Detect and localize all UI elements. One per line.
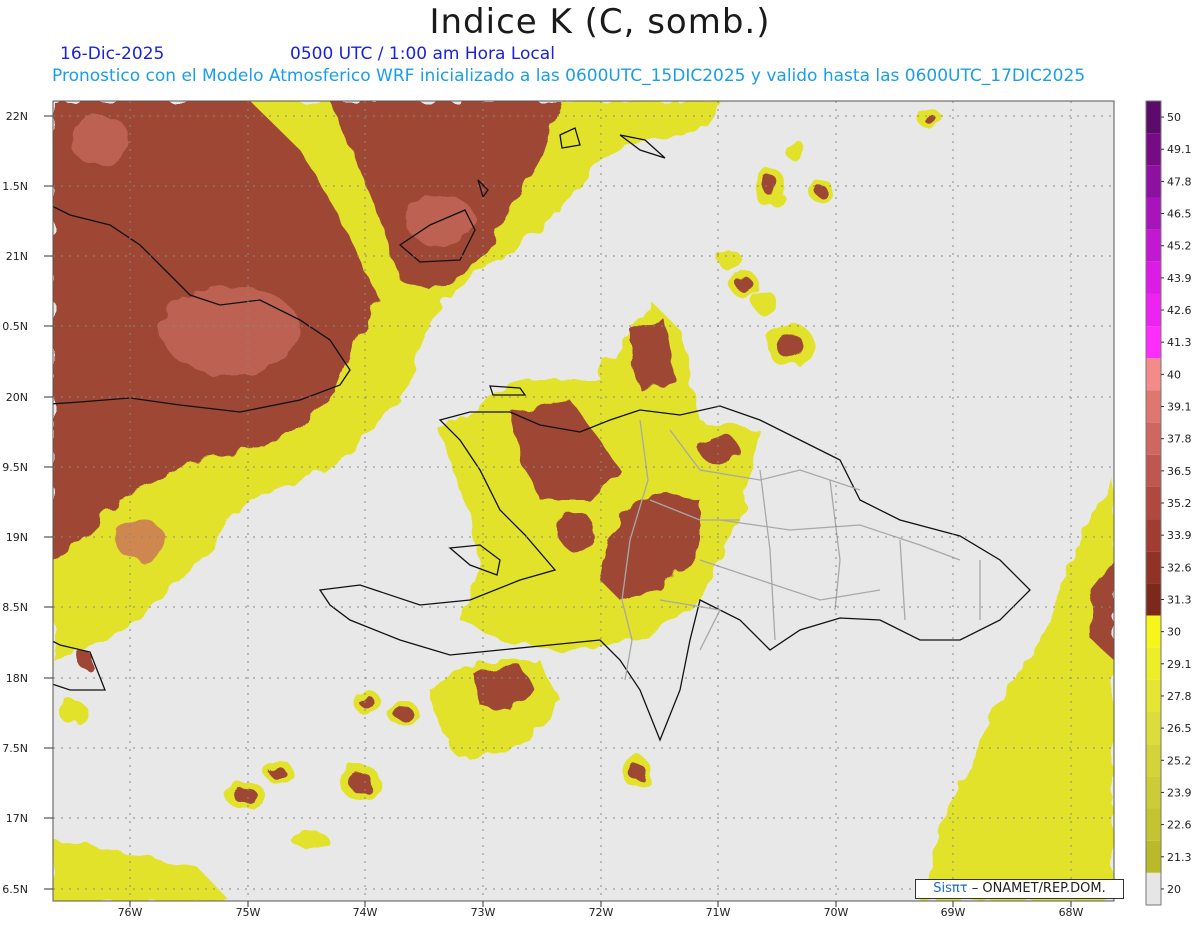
colorbar-label: 23.9 [1167, 786, 1192, 799]
colorbar-swatch [1146, 165, 1161, 198]
colorbar-label: 21.3 [1167, 851, 1192, 864]
colorbar-label: 25.2 [1167, 754, 1192, 767]
colorbar-swatch [1146, 454, 1161, 487]
colorbar-label: 31.3 [1167, 593, 1192, 606]
colorbar-swatch [1146, 583, 1161, 616]
credit-box: Sisπτ – ONAMET/REP.DOM. [915, 879, 1124, 899]
colorbar-swatch [1146, 261, 1161, 294]
lon-label: 75W [236, 906, 261, 919]
lat-label: 17N [6, 812, 28, 825]
colorbar-swatch [1146, 712, 1161, 745]
longitude-labels: 76W 75W 74W 73W 72W 71W 70W 69W 68W [118, 906, 1084, 919]
colorbar-label: 42.6 [1167, 304, 1192, 317]
credit-brand: Sisπτ [933, 881, 968, 896]
lon-label: 70W [824, 906, 849, 919]
colorbar-swatch [1146, 840, 1161, 873]
colorbar-swatch [1146, 197, 1161, 230]
lat-label: 0.5N [2, 320, 28, 333]
lat-label: 22N [6, 110, 28, 123]
colorbar-label: 50 [1167, 111, 1181, 124]
colorbar-swatch [1146, 744, 1161, 777]
colorbar-label: 29.1 [1167, 658, 1192, 671]
colorbar-swatch [1146, 647, 1161, 680]
lon-label: 69W [941, 906, 966, 919]
lon-label: 71W [706, 906, 731, 919]
colorbar-label: 47.8 [1167, 175, 1192, 188]
lon-label: 74W [353, 906, 378, 919]
colorbar-label: 20 [1167, 883, 1181, 896]
colorbar-swatch [1146, 808, 1161, 841]
colorbar-label: 33.9 [1167, 529, 1192, 542]
colorbar-label: 40 [1167, 368, 1181, 381]
colorbar-label: 26.5 [1167, 722, 1192, 735]
latitude-labels: 22N 1.5N 21N 0.5N 20N 9.5N 19N 8.5N 18N … [2, 110, 28, 896]
lat-label: 19N [6, 531, 28, 544]
lon-label: 72W [589, 906, 614, 919]
colorbar-swatch [1146, 519, 1161, 552]
lat-label: 18N [6, 672, 28, 685]
lon-label: 76W [118, 906, 143, 919]
colorbar-label: 49.1 [1167, 143, 1192, 156]
colorbar-swatch [1146, 422, 1161, 455]
colorbar-swatch [1146, 776, 1161, 809]
colorbar-label: 30 [1167, 626, 1181, 639]
lat-label: 9.5N [2, 461, 28, 474]
credit-agency: – ONAMET/REP.DOM. [971, 881, 1106, 896]
colorbar-swatch [1146, 293, 1161, 327]
colorbar-label: 32.6 [1167, 561, 1192, 574]
colorbar-label: 37.8 [1167, 433, 1192, 446]
colorbar-swatch [1146, 326, 1161, 359]
lon-label: 73W [471, 906, 496, 919]
colorbar-label: 22.6 [1167, 819, 1192, 832]
colorbar: 50 49.1 47.8 46.5 45.2 43.9 42.6 41.3 40 39.1 37.8… [1145, 100, 1192, 906]
k-index-map: 22N 1.5N 21N 0.5N 20N 9.5N 19N 8.5N 18N … [2, 100, 1192, 919]
colorbar-swatch [1146, 390, 1161, 423]
colorbar-label: 46.5 [1167, 208, 1192, 221]
lat-label: 21N [6, 250, 28, 263]
colorbar-swatch [1146, 133, 1161, 166]
colorbar-swatch [1146, 872, 1161, 905]
lat-label: 1.5N [2, 180, 28, 193]
colorbar-swatch [1146, 615, 1161, 648]
lon-label: 68W [1059, 906, 1084, 919]
colorbar-swatch [1146, 679, 1161, 713]
colorbar-label: 41.3 [1167, 336, 1192, 349]
colorbar-swatch [1146, 101, 1161, 134]
colorbar-label: 43.9 [1167, 272, 1192, 285]
colorbar-label: 36.5 [1167, 465, 1192, 478]
colorbar-label: 27.8 [1167, 690, 1192, 703]
colorbar-swatch [1146, 551, 1161, 584]
lat-label: 8.5N [2, 601, 28, 614]
lat-label: 6.5N [2, 883, 28, 896]
colorbar-swatch [1146, 358, 1161, 391]
colorbar-label: 45.2 [1167, 240, 1192, 253]
colorbar-swatch [1146, 229, 1161, 262]
lat-label: 7.5N [2, 742, 28, 755]
lat-label: 20N [6, 391, 28, 404]
colorbar-label: 35.2 [1167, 497, 1192, 510]
colorbar-label: 39.1 [1167, 401, 1192, 414]
colorbar-swatch [1146, 486, 1161, 520]
